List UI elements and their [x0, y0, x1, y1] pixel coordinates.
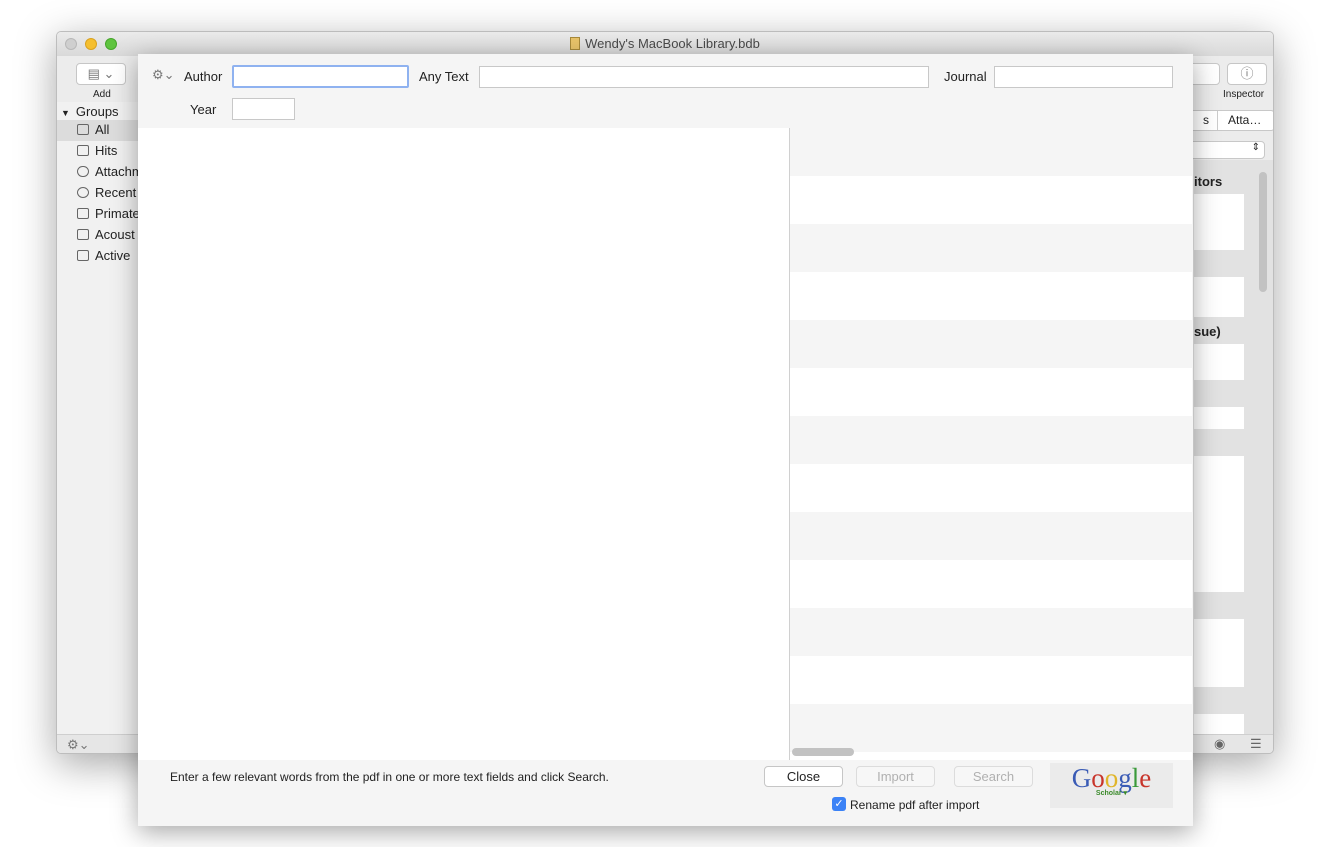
sidebar-item-recent[interactable]: Recent [77, 183, 136, 203]
year-input[interactable] [232, 98, 295, 120]
folder-icon [77, 229, 89, 240]
search-button[interactable]: Search [954, 766, 1033, 787]
groups-header[interactable]: ▼ Groups [61, 102, 119, 122]
rename-label: Rename pdf after import [850, 798, 980, 812]
table-row[interactable] [790, 464, 1192, 512]
any-text-input[interactable] [479, 66, 929, 88]
import-pdf-sheet: ⚙⌄ Author Any Text Journal Year Enter a … [138, 54, 1193, 826]
table-row[interactable] [790, 608, 1192, 656]
journal-label: Journal [944, 69, 987, 84]
tab-attachments[interactable]: Atta… [1218, 111, 1261, 130]
window-title: Wendy's MacBook Library.bdb [585, 36, 760, 51]
journal-input[interactable] [994, 66, 1173, 88]
disclosure-triangle-icon: ▼ [61, 108, 70, 118]
table-row[interactable] [790, 560, 1192, 608]
author-input[interactable] [232, 65, 409, 88]
clock-icon [77, 187, 89, 198]
table-row[interactable] [790, 368, 1192, 416]
sidebar-item-hits[interactable]: Hits [77, 141, 117, 161]
table-row[interactable] [790, 704, 1192, 752]
sidebar: ▼ Groups All Hits Attachments Recent Prim… [57, 102, 167, 734]
sidebar-item-acoust[interactable]: Acoust [77, 225, 135, 245]
inspector-popup[interactable]: ⇕ [1187, 141, 1265, 159]
list-icon[interactable]: ☰ [1250, 736, 1262, 752]
sidebar-item-active[interactable]: Active [77, 246, 130, 266]
sidebar-item-primate[interactable]: Primate [77, 204, 140, 224]
hint-text: Enter a few relevant words from the pdf … [170, 770, 609, 784]
close-window-button[interactable] [65, 38, 77, 50]
gear-icon[interactable]: ⚙⌄ [67, 737, 90, 753]
sidebar-item-all[interactable]: All [77, 120, 109, 140]
table-row[interactable] [790, 656, 1192, 704]
author-label: Author [184, 69, 223, 84]
checkbox-icon [77, 145, 89, 156]
google-scholar-logo[interactable]: Google Scholar ▾ [1050, 763, 1173, 808]
inspector-scrollbar[interactable] [1259, 172, 1267, 292]
add-button[interactable]: ▤ ⌄ [76, 63, 126, 85]
add-label: Add [93, 89, 111, 100]
table-row[interactable] [790, 128, 1192, 176]
table-row[interactable] [790, 416, 1192, 464]
title-bar: Wendy's MacBook Library.bdb [57, 32, 1273, 56]
gear-menu-icon[interactable]: ⚙⌄ [152, 67, 175, 83]
import-button[interactable]: Import [856, 766, 935, 787]
folder-icon [77, 250, 89, 261]
paperclip-icon [77, 166, 89, 177]
table-row[interactable] [790, 272, 1192, 320]
folder-icon [77, 208, 89, 219]
zoom-window-button[interactable] [105, 38, 117, 50]
table-row[interactable] [790, 512, 1192, 560]
inspector-heading: itors [1194, 174, 1223, 189]
any-text-label: Any Text [419, 69, 469, 84]
inspector-label: Inspector [1223, 89, 1265, 100]
info-icon: ⓘ [1240, 66, 1254, 81]
inspector-content: itors sue) [1194, 160, 1273, 734]
inspector-button[interactable]: ⓘ [1227, 63, 1267, 85]
close-button[interactable]: Close [764, 766, 843, 787]
horizontal-scrollbar[interactable] [792, 748, 854, 756]
table-row[interactable] [790, 320, 1192, 368]
table-row[interactable] [790, 224, 1192, 272]
table-row[interactable] [790, 176, 1192, 224]
year-label: Year [190, 102, 217, 117]
rename-checkbox[interactable]: ✓ [832, 797, 846, 811]
results-table[interactable] [789, 128, 1192, 760]
eye-icon[interactable]: ◉ [1214, 736, 1225, 752]
minimize-window-button[interactable] [85, 38, 97, 50]
library-icon [77, 124, 89, 135]
inspector-heading: sue) [1194, 324, 1221, 339]
pdf-preview [138, 128, 789, 760]
document-icon [570, 37, 581, 50]
